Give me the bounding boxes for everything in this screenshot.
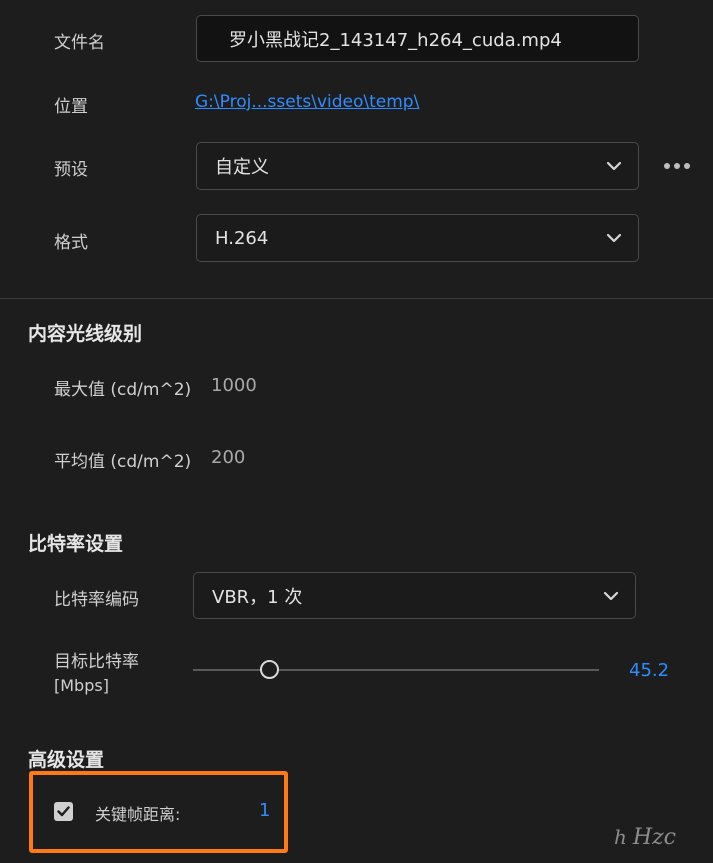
chevron-down-icon: [603, 591, 619, 600]
max-value-label: 最大值 (cd/m^2): [54, 380, 192, 400]
avg-value-label: 平均值 (cd/m^2): [54, 452, 192, 472]
format-value: H.264: [215, 227, 269, 249]
location-label: 位置: [54, 97, 88, 117]
bitrate-encoding-value: VBR，1 次: [212, 586, 303, 608]
target-bitrate-unit: [Mbps]: [54, 676, 109, 695]
watermark-glyph: h: [614, 825, 627, 849]
bitrate-title: 比特率设置: [28, 533, 124, 555]
keyframe-distance-label: 关键帧距离:: [95, 805, 181, 824]
section-divider: [0, 298, 713, 299]
max-value[interactable]: 1000: [211, 375, 257, 396]
more-options-icon[interactable]: [664, 163, 690, 169]
avg-value[interactable]: 200: [211, 447, 245, 468]
target-bitrate-slider[interactable]: [193, 669, 599, 671]
content-light-title: 内容光线级别: [28, 323, 143, 345]
target-bitrate-label: 目标比特率: [54, 652, 139, 672]
keyframe-checkbox[interactable]: [54, 802, 73, 821]
bitrate-encoding-dropdown[interactable]: VBR，1 次: [193, 572, 636, 619]
format-dropdown[interactable]: H.264: [196, 214, 639, 262]
watermark: h Hzc: [614, 825, 676, 850]
location-link[interactable]: G:\Proj...ssets\video\temp\: [195, 92, 419, 112]
filename-value: 罗小黑战记2_143147_h264_cuda.mp4: [229, 29, 562, 51]
format-label: 格式: [54, 233, 88, 253]
keyframe-distance-value[interactable]: 1: [259, 800, 270, 821]
filename-input[interactable]: 罗小黑战记2_143147_h264_cuda.mp4: [196, 15, 639, 62]
slider-handle[interactable]: [260, 660, 280, 679]
bitrate-encoding-label: 比特率编码: [54, 590, 139, 610]
preset-dropdown[interactable]: 自定义: [196, 142, 639, 190]
advanced-title: 高级设置: [28, 749, 105, 771]
preset-label: 预设: [54, 160, 88, 180]
watermark-text: Hzc: [632, 825, 676, 850]
chevron-down-icon: [606, 233, 622, 243]
filename-label: 文件名: [54, 33, 105, 53]
preset-value: 自定义: [215, 157, 269, 178]
target-bitrate-value[interactable]: 45.2: [629, 660, 669, 681]
checkmark-icon: [57, 806, 70, 817]
chevron-down-icon: [606, 161, 622, 171]
